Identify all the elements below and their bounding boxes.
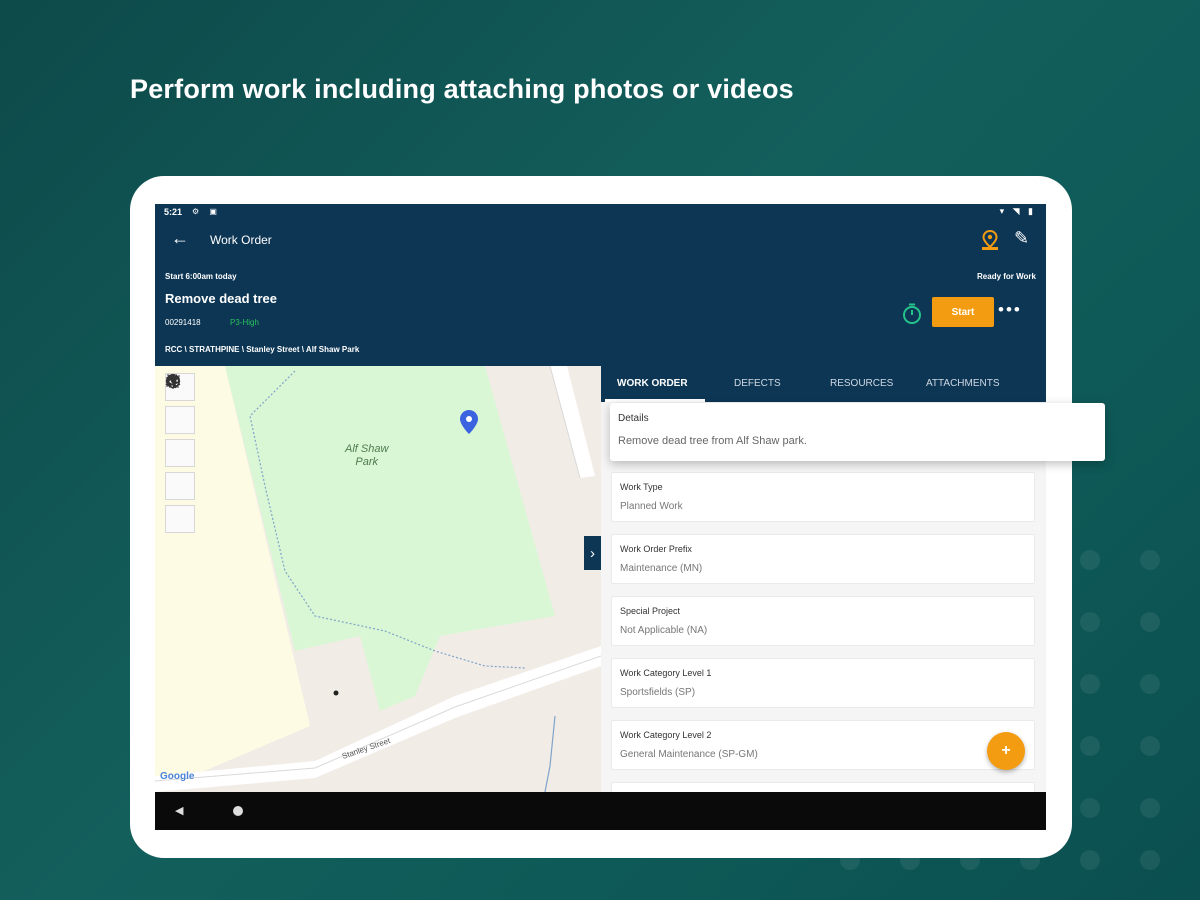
details-value: Remove dead tree from Alf Shaw park. xyxy=(618,435,807,447)
globe-icon[interactable] xyxy=(165,374,195,500)
field-card-partial[interactable] xyxy=(611,782,1035,792)
stopwatch-icon[interactable] xyxy=(899,301,925,327)
status-time: 5:21 xyxy=(164,207,183,217)
map-view[interactable]: Alf Shaw Park Stanley Street Google › xyxy=(155,366,601,792)
field-label: Work Category Level 1 xyxy=(620,668,712,678)
more-options-icon[interactable]: ••• xyxy=(998,300,1022,320)
map-toolbar xyxy=(165,373,195,538)
details-card[interactable]: Details Remove dead tree from Alf Shaw p… xyxy=(610,403,1105,461)
field-value: General Maintenance (SP-GM) xyxy=(620,749,758,760)
back-arrow-icon[interactable]: ← xyxy=(171,228,189,249)
map-graphic xyxy=(155,366,601,792)
layers-icon[interactable] xyxy=(165,374,195,533)
priority-label: P3-High xyxy=(230,318,259,327)
location-pin-icon[interactable] xyxy=(980,229,1000,251)
locate-me-icon[interactable] xyxy=(165,374,195,434)
park-label-line2: Park xyxy=(355,456,379,468)
tab-resources[interactable]: RESOURCES xyxy=(830,378,893,389)
field-card-work-type[interactable]: Work Type Planned Work xyxy=(611,472,1035,522)
edit-pencil-icon[interactable]: ✎ xyxy=(1014,228,1029,249)
tab-defects[interactable]: DEFECTS xyxy=(734,378,781,389)
start-time: Start 6:00am today xyxy=(165,272,237,281)
page-title: Work Order xyxy=(210,233,272,247)
field-value: Planned Work xyxy=(620,501,683,512)
status-bar: 5:21 ⚙ ▣ ▾ ◥ ▮ xyxy=(155,204,1046,220)
field-label: Work Type xyxy=(620,482,663,492)
tablet-frame: 5:21 ⚙ ▣ ▾ ◥ ▮ ← Work Order ✎ Start 6:00… xyxy=(130,176,1072,858)
walking-person-icon[interactable] xyxy=(165,373,195,467)
map-attribution: Google xyxy=(160,771,195,782)
app-screen: 5:21 ⚙ ▣ ▾ ◥ ▮ ← Work Order ✎ Start 6:00… xyxy=(155,204,1046,830)
tab-attachments[interactable]: ATTACHMENTS xyxy=(926,378,1000,389)
nav-home-icon[interactable] xyxy=(233,806,243,816)
status-notification-icons: ⚙ ▣ xyxy=(192,207,221,216)
field-card-category-level-1[interactable]: Work Category Level 1 Sportsfields (SP) xyxy=(611,658,1035,708)
work-order-number: 00291418 xyxy=(165,318,201,327)
field-label: Special Project xyxy=(620,606,681,616)
add-button[interactable]: + xyxy=(987,732,1025,770)
details-label: Details xyxy=(618,413,649,424)
location-path: RCC \ STRATHPINE \ Stanley Street \ Alf … xyxy=(165,345,360,354)
field-label: Work Order Prefix xyxy=(620,544,692,554)
headline: Perform work including attaching photos … xyxy=(130,74,794,104)
field-card-special-project[interactable]: Special Project Not Applicable (NA) xyxy=(611,596,1035,646)
tab-work-order[interactable]: WORK ORDER xyxy=(617,378,688,389)
field-value: Not Applicable (NA) xyxy=(620,625,708,636)
start-button[interactable]: Start xyxy=(932,297,994,327)
collapse-panel-button[interactable]: › xyxy=(584,536,601,570)
system-nav-bar: ◀ xyxy=(155,792,1046,830)
park-label: Alf Shaw Park xyxy=(345,443,388,469)
nav-back-icon[interactable]: ◀ xyxy=(175,804,183,817)
work-order-title: Remove dead tree xyxy=(165,291,277,306)
status-system-icons: ▾ ◥ ▮ xyxy=(999,206,1036,216)
tab-bar: WORK ORDER DEFECTS RESOURCES ATTACHMENTS xyxy=(601,366,1046,402)
status-badge: Ready for Work xyxy=(977,272,1036,281)
active-tab-indicator xyxy=(605,399,705,402)
park-label-line1: Alf Shaw xyxy=(345,443,389,455)
field-value: Sportsfields (SP) xyxy=(620,687,696,698)
field-value: Maintenance (MN) xyxy=(620,563,703,574)
app-bar: 5:21 ⚙ ▣ ▾ ◥ ▮ ← Work Order ✎ Start 6:00… xyxy=(155,204,1046,366)
field-card-category-level-2[interactable]: Work Category Level 2 General Maintenanc… xyxy=(611,720,1035,770)
field-label: Work Category Level 2 xyxy=(620,730,712,740)
field-card-work-order-prefix[interactable]: Work Order Prefix Maintenance (MN) xyxy=(611,534,1035,584)
